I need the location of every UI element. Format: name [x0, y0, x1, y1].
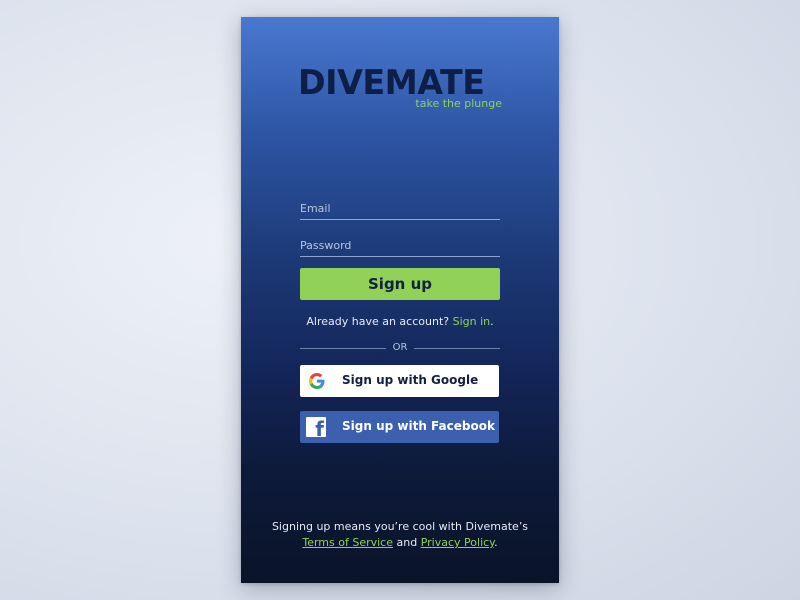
- google-signup-button[interactable]: Sign up with Google: [300, 365, 499, 397]
- email-field-wrapper: [300, 197, 500, 220]
- terms-of-service-link[interactable]: Terms of Service: [302, 536, 393, 549]
- password-field[interactable]: [300, 235, 500, 256]
- password-field-wrapper: [300, 234, 500, 257]
- facebook-signup-button[interactable]: f Sign up with Facebook: [300, 411, 499, 443]
- legal-text-line: Signing up means you’re cool with Divema…: [271, 520, 529, 533]
- google-icon: [309, 373, 325, 389]
- email-field[interactable]: [300, 198, 500, 219]
- divemate-logo: DIVEMATE: [298, 63, 485, 103]
- facebook-signup-label: Sign up with Facebook: [342, 419, 495, 433]
- legal-and: and: [393, 536, 421, 549]
- legal-links-line: Terms of Service and Privacy Policy.: [241, 535, 559, 551]
- sign-in-link[interactable]: Sign in: [453, 315, 491, 328]
- divider-line-right: [414, 348, 500, 349]
- facebook-icon: f: [306, 417, 326, 439]
- signin-period: .: [490, 315, 494, 328]
- legal-notice: Signing up means you’re cool with Divema…: [241, 519, 559, 551]
- brand-tagline: take the plunge: [415, 97, 502, 110]
- privacy-policy-link[interactable]: Privacy Policy: [421, 536, 494, 549]
- signin-prompt: Already have an account? Sign in.: [241, 315, 559, 328]
- or-divider: OR: [300, 342, 500, 354]
- legal-period: .: [494, 536, 498, 549]
- google-signup-label: Sign up with Google: [342, 373, 479, 387]
- signin-prompt-text: Already have an account?: [306, 315, 453, 328]
- signup-screen: DIVEMATE take the plunge Sign up Already…: [241, 17, 559, 583]
- sign-up-button[interactable]: Sign up: [300, 268, 500, 300]
